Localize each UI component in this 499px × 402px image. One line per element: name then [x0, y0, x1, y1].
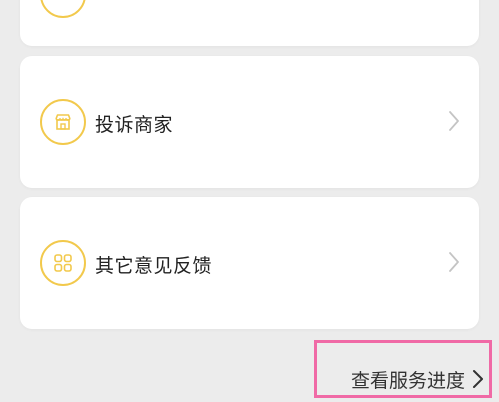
highlight-box	[314, 340, 492, 398]
menu-card-other-feedback[interactable]: 其它意见反馈	[20, 197, 479, 329]
menu-label-other-feedback: 其它意见反馈	[95, 255, 213, 277]
store-icon	[40, 99, 86, 145]
menu-card-top[interactable]	[20, 0, 479, 46]
chevron-right-icon	[449, 111, 459, 131]
menu-label-complaint-merchant: 投诉商家	[95, 114, 174, 136]
chevron-right-icon	[449, 252, 459, 272]
menu-icon-top	[40, 0, 86, 18]
menu-card-complaint-merchant[interactable]: 投诉商家	[20, 56, 479, 188]
grid-icon	[40, 240, 86, 286]
